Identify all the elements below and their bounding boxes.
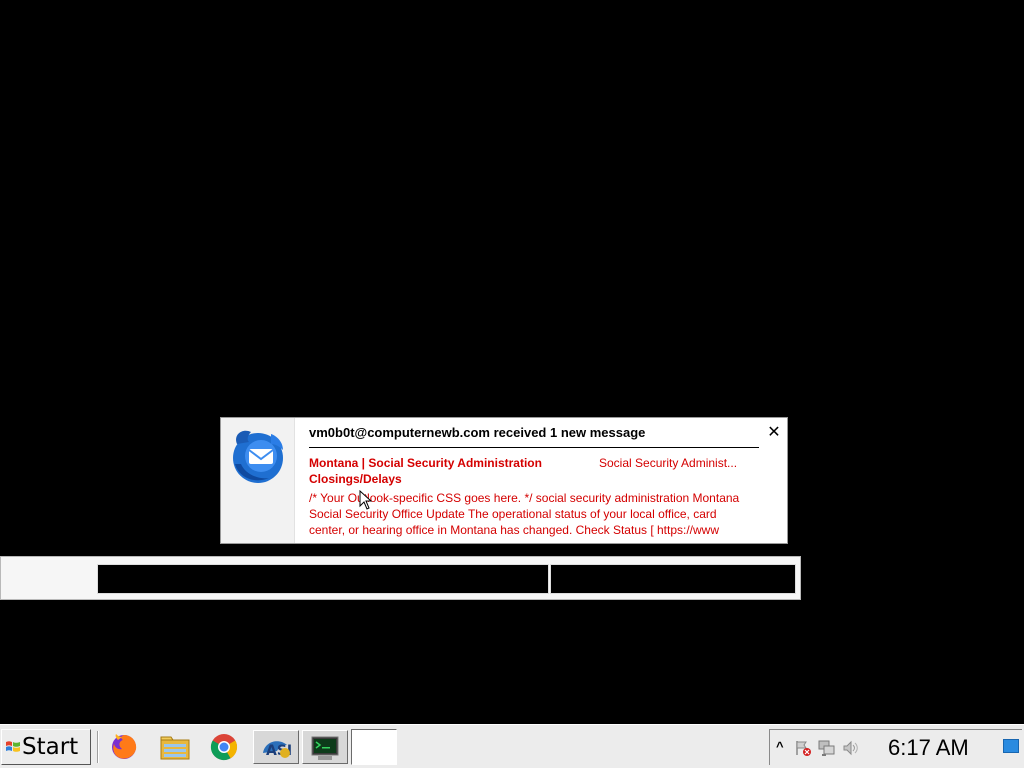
terminal-icon[interactable] <box>302 730 348 764</box>
tray-expand-icon[interactable]: ^ <box>776 739 784 754</box>
network-icon[interactable] <box>818 739 836 757</box>
start-button[interactable]: Start <box>1 729 91 765</box>
chrome-icon[interactable] <box>206 730 242 764</box>
windows-logo-icon <box>6 741 20 752</box>
file-manager-icon[interactable] <box>156 730 192 764</box>
desktop <box>0 0 1024 724</box>
start-label: Start <box>22 734 79 760</box>
show-desktop-icon[interactable] <box>1003 739 1019 753</box>
window-strip <box>0 556 801 600</box>
notification-icon-column <box>221 418 295 543</box>
kleopatra-icon[interactable]: ASI <box>253 730 299 764</box>
notification-header: vm0b0t@computernewb.com received 1 new m… <box>309 425 646 440</box>
strip-pane-left <box>97 564 549 594</box>
notification-divider <box>309 447 759 448</box>
message-preview[interactable]: /* Your Outlook-specific CSS goes here. … <box>309 490 749 538</box>
new-mail-notification[interactable]: vm0b0t@computernewb.com received 1 new m… <box>220 417 788 544</box>
taskbar: Start ASI ^ 6:17 AM <box>0 724 1024 768</box>
flag-error-icon[interactable] <box>794 739 812 757</box>
message-sender: Social Security Administ... <box>599 456 738 470</box>
firefox-icon[interactable] <box>106 730 142 764</box>
clock[interactable]: 6:17 AM <box>888 735 969 761</box>
close-icon[interactable]: ✕ <box>765 424 783 442</box>
system-tray: ^ 6:17 AM <box>769 729 1022 765</box>
taskbar-window-button[interactable] <box>351 729 397 765</box>
mouse-cursor-icon <box>359 490 373 510</box>
volume-icon[interactable] <box>842 739 860 757</box>
message-subject[interactable]: Montana | Social Security Administration… <box>309 455 549 487</box>
thunderbird-icon <box>233 430 283 483</box>
taskbar-separator <box>97 731 99 763</box>
strip-pane-right <box>550 564 796 594</box>
